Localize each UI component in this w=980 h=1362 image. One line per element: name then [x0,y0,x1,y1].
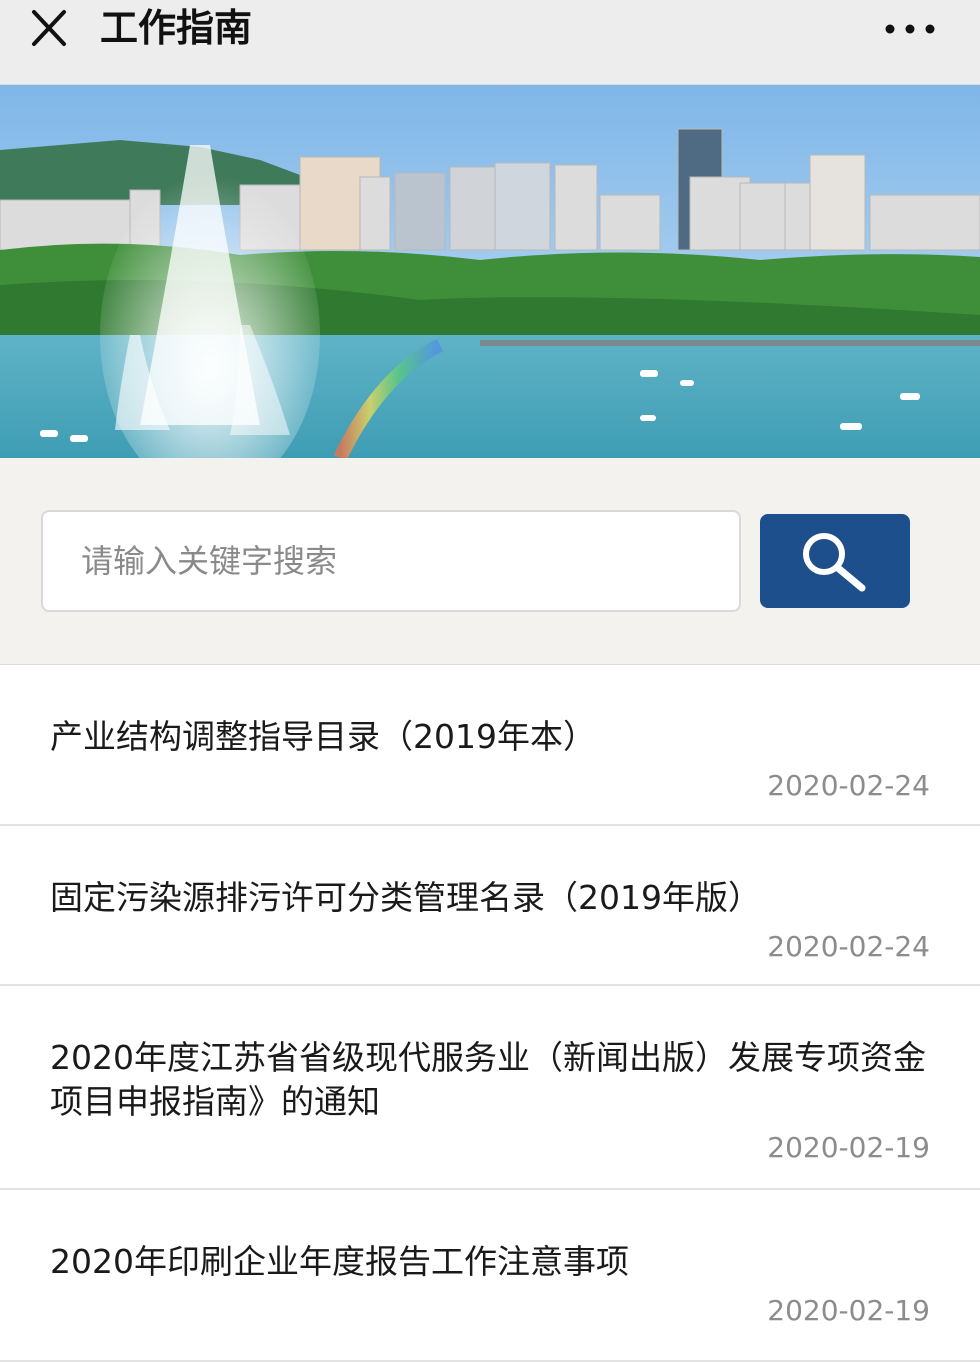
search-button[interactable] [760,514,910,608]
top-bar: 工作指南 [0,0,980,85]
search-input[interactable] [41,510,741,612]
item-title: 2020年印刷企业年度报告工作注意事项 [50,1242,629,1281]
banner-image [0,85,980,458]
close-button[interactable] [26,8,72,48]
item-title: 2020年度江苏省省级现代服务业（新闻出版）发展专项资金项目申报指南》的通知 [50,1038,926,1121]
item-date: 2020-02-19 [767,1294,930,1327]
item-title: 固定污染源排污许可分类管理名录（2019年版） [50,878,761,917]
search-icon [803,533,866,592]
article-list: 产业结构调整指导目录（2019年本） 2020-02-24 固定污染源排污许可分… [0,665,980,1362]
list-item[interactable]: 固定污染源排污许可分类管理名录（2019年版） 2020-02-24 [0,826,980,986]
item-date: 2020-02-24 [767,930,930,963]
list-item[interactable]: 产业结构调整指导目录（2019年本） 2020-02-24 [0,665,980,826]
list-item[interactable]: 2020年度江苏省省级现代服务业（新闻出版）发展专项资金项目申报指南》的通知 2… [0,986,980,1190]
list-item[interactable]: 2020年印刷企业年度报告工作注意事项 2020-02-19 [0,1190,980,1362]
item-date: 2020-02-19 [767,1131,930,1164]
page-title: 工作指南 [100,6,253,50]
close-icon [32,10,66,46]
more-dots-icon [885,24,935,34]
item-date: 2020-02-24 [767,769,930,802]
search-area [0,458,980,665]
more-button[interactable] [880,14,940,44]
item-title: 产业结构调整指导目录（2019年本） [50,717,596,756]
